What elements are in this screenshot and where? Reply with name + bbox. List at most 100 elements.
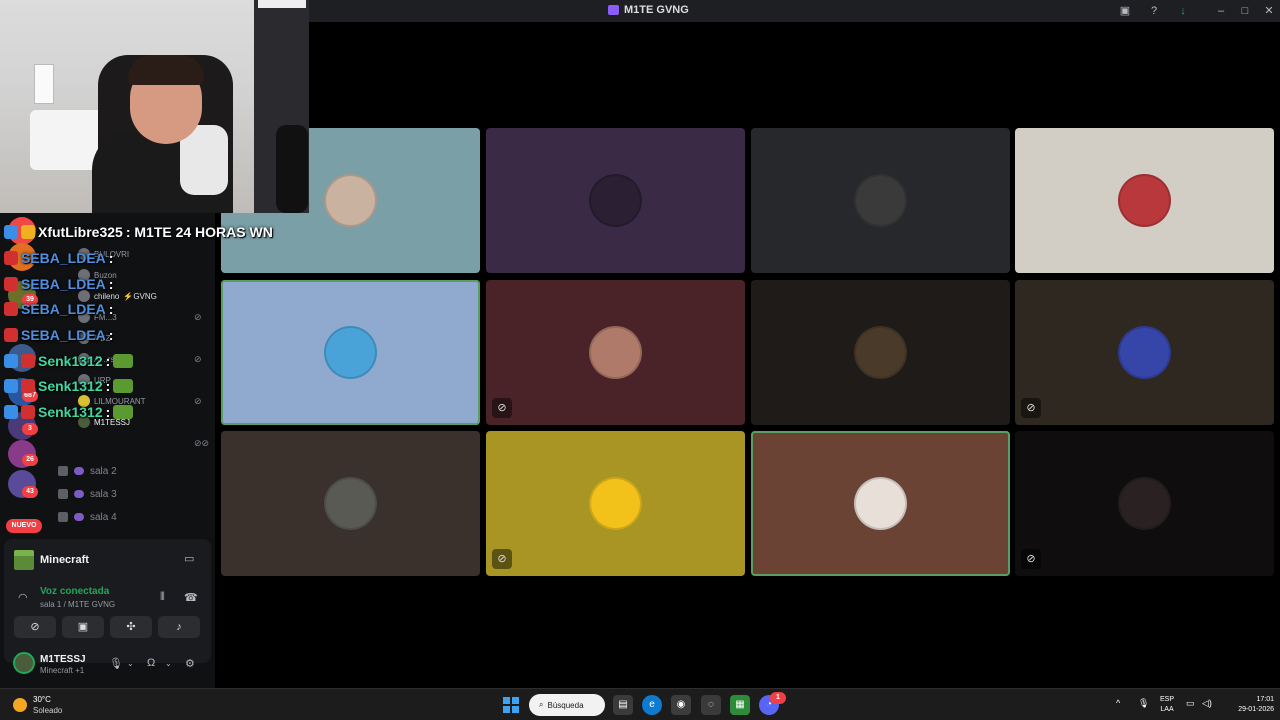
- webcam-window: [258, 0, 306, 8]
- server-logo-icon: [608, 5, 619, 15]
- headphones-icon[interactable]: Ω: [147, 657, 155, 669]
- muted-icon: ⊘⊘: [194, 438, 210, 448]
- participant-avatar: [589, 174, 642, 227]
- chat-username: SEBA_LDEA: [21, 301, 106, 317]
- task-view-icon[interactable]: ▤: [613, 695, 633, 715]
- inbox-icon[interactable]: ▣: [1118, 4, 1132, 18]
- screen: M1TE GVNG ▣ ? ↓ – □ ✕ 39 687 3 26 43 NUE…: [0, 0, 1280, 720]
- user-avatar[interactable]: [13, 652, 35, 674]
- microphone-tray-icon[interactable]: 🎙: [1138, 698, 1149, 709]
- group-icon: [74, 490, 84, 498]
- chat-badge-icon: [4, 328, 18, 342]
- chat-text: :: [108, 301, 114, 317]
- volume-icon[interactable]: ◁): [1202, 698, 1212, 709]
- video-tile[interactable]: ⊘: [486, 280, 745, 425]
- chat-text: :: [105, 378, 111, 394]
- connection-signal-icon[interactable]: ◠: [18, 591, 28, 604]
- chat-badge-icon: [4, 379, 18, 393]
- participant-avatar: [589, 326, 642, 379]
- chevron-down-icon[interactable]: ⌄: [165, 659, 172, 668]
- chat-badge-icon: [21, 225, 35, 239]
- chevron-down-icon[interactable]: ⌄: [127, 659, 134, 668]
- clock-time: 17:01: [1256, 696, 1274, 703]
- taskbar-search[interactable]: ⌕ Búsqueda: [529, 694, 605, 716]
- chat-text: :: [105, 404, 111, 420]
- video-tile[interactable]: ⊘: [1015, 280, 1274, 425]
- chat-message: SEBA_LDEA :: [4, 248, 113, 268]
- server-badge: 26: [22, 454, 38, 466]
- chat-username: XfutLibre325: [38, 224, 123, 240]
- app-icon[interactable]: ◌: [701, 695, 721, 715]
- help-icon[interactable]: ?: [1147, 4, 1161, 18]
- activity-name: Minecraft: [40, 554, 89, 566]
- chat-message: SEBA_LDEA :: [4, 274, 113, 294]
- microphone-icon[interactable]: 🎙: [109, 657, 123, 670]
- chat-text: :: [105, 353, 111, 369]
- group-icon: [74, 467, 84, 475]
- video-tile[interactable]: [221, 431, 480, 576]
- voice-channel[interactable]: sala 2: [58, 462, 117, 480]
- clock[interactable]: 17:01 29-01-2026: [1222, 695, 1274, 715]
- user-name[interactable]: M1TESSJ: [40, 654, 86, 665]
- keyboard-layout: LAA: [1160, 706, 1174, 713]
- chat-badge-icon: [4, 405, 18, 419]
- video-tile[interactable]: ⊘: [1015, 431, 1274, 576]
- participant-avatar: [854, 477, 907, 530]
- voice-channel-path[interactable]: sala 1 / M1TE GVNG: [40, 600, 115, 609]
- chat-badge-icon: [21, 354, 35, 368]
- maximize-icon[interactable]: □: [1238, 4, 1252, 18]
- new-badge: NUEVO: [6, 519, 42, 533]
- group-icon: [74, 513, 84, 521]
- muted-mic-icon: ⊘: [492, 549, 512, 569]
- minecraft-launcher-icon[interactable]: ▦: [730, 695, 750, 715]
- sun-icon[interactable]: [13, 698, 27, 712]
- video-tile[interactable]: [751, 128, 1010, 273]
- screen-share-icon[interactable]: ▭: [184, 552, 194, 565]
- language-indicator[interactable]: ESP LAA: [1160, 695, 1174, 715]
- windows-start-button[interactable]: [503, 697, 519, 713]
- voice-channel[interactable]: sala 4: [58, 508, 117, 526]
- activities-button[interactable]: ✣: [110, 616, 152, 638]
- chat-badge-icon: [4, 302, 18, 316]
- settings-gear-icon[interactable]: ⚙: [185, 657, 195, 670]
- microphone: [276, 125, 308, 213]
- window-title-text: M1TE GVNG: [624, 4, 689, 16]
- chat-badge-icon: [4, 225, 18, 239]
- video-tile[interactable]: ⊘: [486, 431, 745, 576]
- soundboard-button[interactable]: ♪: [158, 616, 200, 638]
- chat-username: Senk1312: [38, 353, 103, 369]
- streamer-hair: [128, 55, 204, 85]
- chat-message: SEBA_LDEA :: [4, 325, 113, 345]
- chat-username: SEBA_LDEA: [21, 327, 106, 343]
- muted-mic-icon: ⊘: [1021, 549, 1041, 569]
- edge-browser-icon[interactable]: e: [642, 695, 662, 715]
- chrome-browser-icon[interactable]: ◉: [671, 695, 691, 715]
- share-screen-button[interactable]: ▣: [62, 616, 104, 638]
- chat-emote-icon: [113, 379, 134, 393]
- voice-channel[interactable]: sala 3: [58, 485, 117, 503]
- stream-chat-overlay: XfutLibre325 : M1TE 24 HORAS WN SEBA_LDE…: [0, 218, 320, 438]
- chat-username: SEBA_LDEA: [21, 250, 106, 266]
- chat-message: Senk1312 :: [4, 376, 134, 396]
- download-icon[interactable]: ↓: [1176, 4, 1190, 18]
- participant-avatar: [854, 174, 907, 227]
- video-tile[interactable]: [751, 280, 1010, 425]
- close-icon[interactable]: ✕: [1262, 4, 1276, 18]
- video-tile[interactable]: [1015, 128, 1274, 273]
- disconnect-icon[interactable]: ☎: [184, 591, 198, 604]
- noise-suppression-icon[interactable]: ⦀: [160, 591, 165, 604]
- user-panel: M1TESSJ Minecraft +1 🎙 ⌄ Ω ⌄ ⚙: [4, 645, 211, 687]
- chevron-up-icon[interactable]: ^: [1116, 698, 1120, 708]
- chat-username: Senk1312: [38, 378, 103, 394]
- user-status: Minecraft +1: [40, 666, 85, 675]
- server-badge: 43: [22, 486, 38, 498]
- search-label: Búsqueda: [547, 700, 584, 710]
- network-icon[interactable]: ▭: [1186, 698, 1195, 709]
- video-tile[interactable]: [751, 431, 1010, 576]
- activity-row[interactable]: Minecraft: [14, 549, 202, 571]
- weather-temperature[interactable]: 30°C: [33, 695, 51, 704]
- video-tile[interactable]: [486, 128, 745, 273]
- minimize-icon[interactable]: –: [1214, 4, 1228, 18]
- weather-description[interactable]: Soleado: [33, 706, 62, 715]
- camera-off-button[interactable]: ⊘: [14, 616, 56, 638]
